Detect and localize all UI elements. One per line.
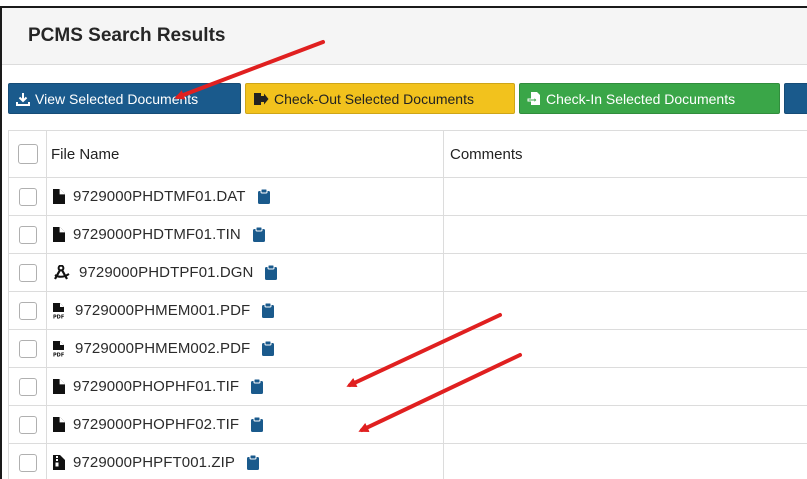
row-select-cell [8, 329, 47, 368]
row-select-cell [8, 177, 47, 216]
panel-header: PCMS Search Results [2, 8, 807, 65]
file-name-link[interactable]: 9729000PHMEM002.PDF [75, 340, 250, 357]
file-name-cell: 9729000PHDTMF01.DAT [46, 177, 444, 216]
table-header-row: File Name Comments [8, 130, 807, 178]
file-name-link[interactable]: 9729000PHOPHF01.TIF [73, 378, 239, 395]
file-icon [53, 227, 65, 242]
clipboard-icon[interactable] [247, 455, 259, 470]
file-name-wrap: PDF 9729000PHMEM002.PDF [47, 340, 443, 357]
table-row[interactable]: 9729000PHPFT001.ZIP [8, 443, 807, 479]
file-name-wrap: PDF 9729000PHMEM001.PDF [47, 302, 443, 319]
table-row[interactable]: 9729000PHDTPF01.DGN [8, 253, 807, 292]
row-checkbox[interactable] [18, 339, 37, 358]
row-checkbox[interactable] [18, 377, 37, 396]
file-name-wrap: 9729000PHOPHF02.TIF [47, 416, 443, 433]
row-checkbox[interactable] [18, 187, 37, 206]
row-checkbox[interactable] [18, 415, 37, 434]
comments-cell [443, 367, 807, 406]
table-row[interactable]: 9729000PHOPHF01.TIF [8, 367, 807, 406]
clipboard-icon[interactable] [251, 379, 264, 394]
comments-cell [443, 405, 807, 444]
column-header-file-name[interactable]: File Name [46, 130, 444, 178]
row-select-cell [8, 443, 47, 479]
toolbar: View Selected Documents Check-Out Select… [8, 83, 807, 116]
file-icon [53, 189, 65, 204]
comments-cell [443, 215, 807, 254]
row-select-cell [8, 291, 47, 330]
view-selected-documents-label: View Selected Documents [35, 90, 199, 107]
select-all-cell [8, 130, 47, 178]
row-select-cell [8, 253, 47, 292]
file-name-cell: 9729000PHOPHF01.TIF [46, 367, 444, 406]
table-row[interactable]: PDF 9729000PHMEM001.PDF [8, 291, 807, 330]
file-name-cell: PDF 9729000PHMEM001.PDF [46, 291, 444, 330]
zip-file-icon [53, 455, 65, 470]
file-import-icon [527, 92, 540, 105]
row-checkbox[interactable] [18, 301, 37, 320]
clipboard-icon[interactable] [257, 189, 270, 204]
row-select-cell [8, 405, 47, 444]
row-checkbox[interactable] [18, 263, 37, 282]
svg-text:PDF: PDF [53, 314, 64, 319]
clipboard-icon[interactable] [265, 265, 278, 280]
file-name-cell: 9729000PHDTPF01.DGN [46, 253, 444, 292]
select-all-checkbox[interactable] [17, 144, 38, 164]
file-name-wrap: 9729000PHDTMF01.DAT [47, 188, 443, 205]
check-in-selected-documents-button[interactable]: Check-In Selected Documents [519, 83, 780, 114]
row-select-cell [8, 367, 47, 406]
clipboard-icon[interactable] [252, 227, 265, 242]
file-name-link[interactable]: 9729000PHDTMF01.TIN [73, 226, 241, 243]
file-name-cell: 9729000PHDTMF01.TIN [46, 215, 444, 254]
file-icon [53, 379, 65, 394]
file-name-wrap: 9729000PHPFT001.ZIP [47, 454, 443, 471]
file-name-cell: PDF 9729000PHMEM002.PDF [46, 329, 444, 368]
more-actions-button[interactable] [784, 83, 807, 114]
row-select-cell [8, 215, 47, 254]
table-row[interactable]: 9729000PHOPHF02.TIF [8, 405, 807, 444]
file-name-cell: 9729000PHOPHF02.TIF [46, 405, 444, 444]
file-name-wrap: 9729000PHDTMF01.TIN [47, 226, 443, 243]
file-name-link[interactable]: 9729000PHDTPF01.DGN [79, 264, 253, 281]
pdf-file-icon: PDF [53, 340, 67, 357]
comments-cell [443, 253, 807, 292]
file-name-wrap: 9729000PHDTPF01.DGN [47, 264, 443, 281]
file-name-cell: 9729000PHPFT001.ZIP [46, 443, 444, 479]
row-checkbox[interactable] [18, 453, 37, 472]
sign-out-icon [254, 92, 269, 105]
comments-cell [443, 329, 807, 368]
table-row[interactable]: 9729000PHDTMF01.TIN [8, 215, 807, 254]
check-out-selected-documents-label: Check-Out Selected Documents [274, 90, 474, 107]
view-selected-documents-button[interactable]: View Selected Documents [8, 83, 241, 114]
table-row[interactable]: PDF 9729000PHMEM002.PDF [8, 329, 807, 368]
download-icon [16, 92, 30, 106]
clipboard-icon[interactable] [251, 417, 264, 432]
file-name-link[interactable]: 9729000PHMEM001.PDF [75, 302, 250, 319]
drafting-compass-icon [53, 264, 71, 281]
file-name-wrap: 9729000PHOPHF01.TIF [47, 378, 443, 395]
column-header-comments[interactable]: Comments [443, 130, 807, 178]
file-icon [53, 417, 65, 432]
file-name-link[interactable]: 9729000PHPFT001.ZIP [73, 454, 235, 471]
clipboard-icon[interactable] [262, 303, 275, 318]
results-table: File Name Comments 9729000PHDTMF01.DAT 97… [8, 130, 807, 479]
svg-text:PDF: PDF [53, 352, 64, 357]
row-checkbox[interactable] [18, 225, 37, 244]
pdf-file-icon: PDF [53, 302, 67, 319]
check-in-selected-documents-label: Check-In Selected Documents [546, 90, 736, 107]
clipboard-icon[interactable] [262, 341, 275, 356]
comments-cell [443, 443, 807, 479]
file-name-link[interactable]: 9729000PHOPHF02.TIF [73, 416, 239, 433]
file-name-link[interactable]: 9729000PHDTMF01.DAT [73, 188, 246, 205]
comments-cell [443, 177, 807, 216]
check-out-selected-documents-button[interactable]: Check-Out Selected Documents [245, 83, 515, 114]
comments-cell [443, 291, 807, 330]
table-row[interactable]: 9729000PHDTMF01.DAT [8, 177, 807, 216]
page-title: PCMS Search Results [28, 25, 226, 46]
